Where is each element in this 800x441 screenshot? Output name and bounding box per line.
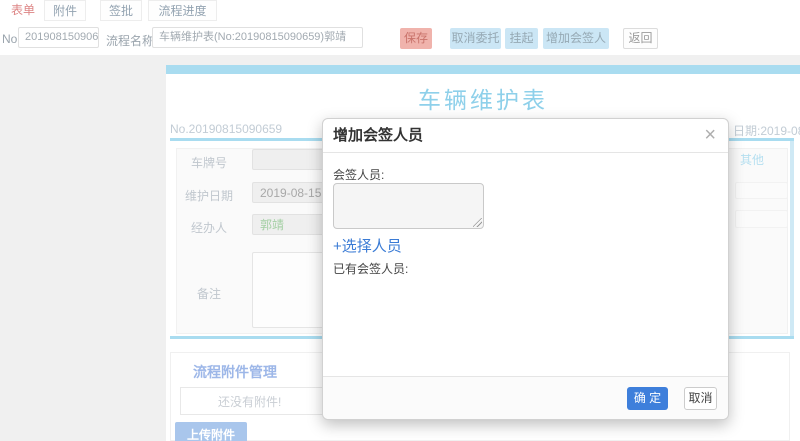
form-date-text: 日期:2019-08-15 — [733, 124, 800, 138]
tab-progress[interactable]: 流程进度 — [148, 0, 217, 21]
modal-title: 增加会签人员 — [333, 127, 424, 144]
maintain-date-label: 维护日期 — [184, 189, 233, 203]
tab-sign[interactable]: 签批 — [100, 0, 142, 21]
save-button[interactable]: 保存 — [400, 28, 432, 49]
suspend-button[interactable]: 挂起 — [505, 28, 538, 49]
modal-header: 增加会签人员 × — [323, 119, 728, 153]
existing-countersign-label: 已有会签人员: — [333, 262, 409, 276]
select-person-link[interactable]: +选择人员 — [333, 235, 402, 256]
add-countersign-modal: 增加会签人员 × 会签人员: +选择人员 已有会签人员: 确 定 取消 — [322, 118, 729, 420]
upload-attachment-button[interactable]: 上传附件 — [175, 422, 247, 441]
back-button[interactable]: 返回 — [623, 28, 658, 49]
tab-form[interactable]: 表单 — [2, 0, 44, 21]
no-input[interactable]: 20190815090659 — [18, 27, 99, 48]
tab-attachment[interactable]: 附件 — [44, 0, 86, 21]
close-icon[interactable]: × — [704, 123, 716, 147]
modal-footer: 确 定 取消 — [323, 376, 728, 419]
right-column-input-2[interactable] — [735, 210, 788, 228]
operator-label: 经办人 — [190, 221, 227, 235]
countersign-person-textarea[interactable] — [333, 183, 484, 229]
cancel-delegate-button[interactable]: 取消委托 — [450, 28, 501, 49]
attachment-section-title: 流程附件管理 — [193, 364, 277, 380]
confirm-button[interactable]: 确 定 — [627, 387, 668, 410]
cancel-button[interactable]: 取消 — [684, 387, 717, 410]
other-link[interactable]: 其他 — [740, 151, 764, 168]
form-title: 车辆维护表 — [418, 87, 548, 113]
right-column-input-1[interactable] — [735, 182, 788, 199]
add-countersign-button[interactable]: 增加会签人 — [543, 28, 609, 49]
form-no-text: No.20190815090659 — [170, 122, 283, 136]
app-screen: 表单 附件 签批 流程进度 No: 20190815090659 流程名称: 车… — [0, 0, 800, 441]
countersign-person-label: 会签人员: — [333, 168, 385, 182]
panel-top-accent-bar — [166, 65, 800, 74]
resize-handle-icon[interactable] — [473, 218, 482, 227]
process-name-input[interactable]: 车辆维护表(No:20190815090659)郭靖 — [152, 27, 363, 48]
divider-right — [790, 141, 794, 336]
process-name-label: 流程名称: — [106, 34, 158, 48]
remark-label: 备注 — [196, 287, 221, 301]
plate-number-label: 车牌号 — [190, 156, 227, 170]
